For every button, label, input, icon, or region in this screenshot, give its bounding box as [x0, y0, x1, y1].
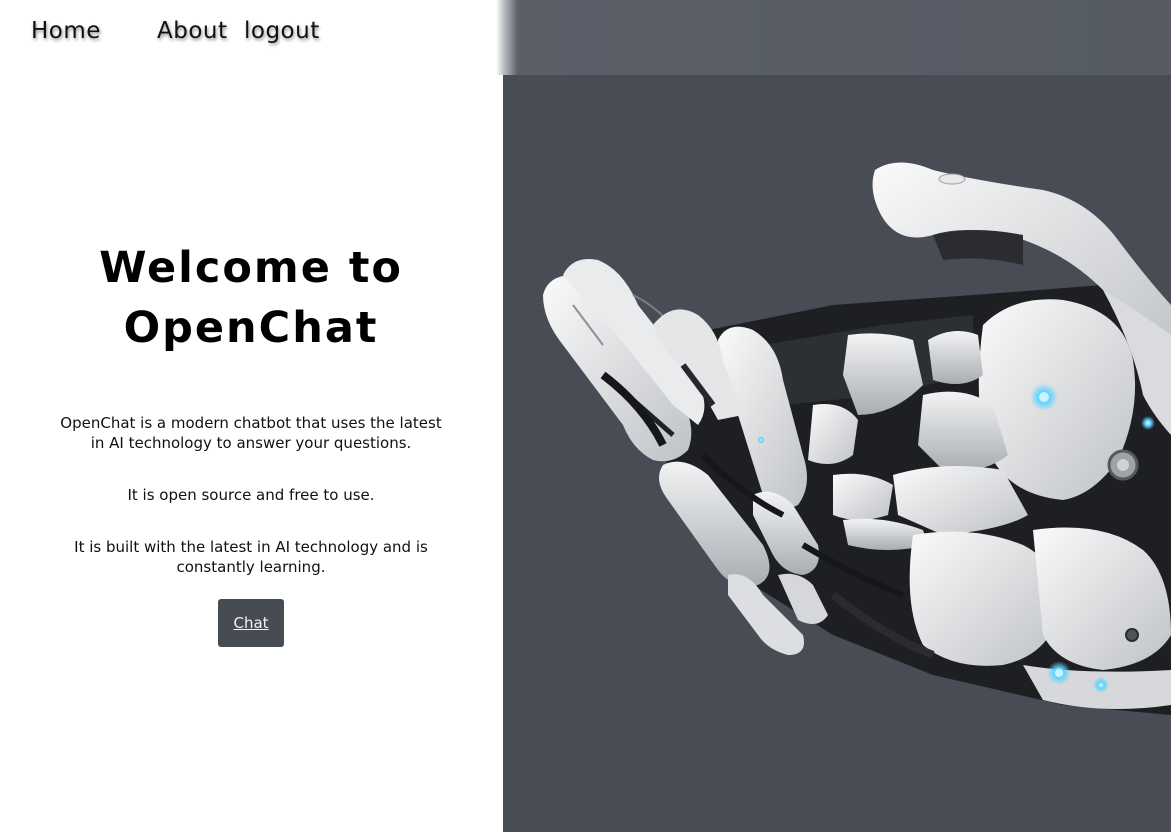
intro-paragraph: OpenChat is a modern chatbot that uses t… — [60, 414, 442, 452]
learning-paragraph: It is built with the latest in AI techno… — [74, 538, 428, 576]
top-nav: Home About logout — [0, 0, 500, 75]
nav-link-logout[interactable]: logout — [244, 18, 320, 44]
hero-text-panel: Welcome to OpenChat OpenChat is a modern… — [0, 75, 502, 832]
nav-link-about[interactable]: About — [157, 18, 228, 44]
hero-image-panel — [503, 75, 1171, 832]
title-line-2: OpenChat — [123, 303, 379, 353]
chat-button[interactable]: Chat — [218, 599, 284, 647]
robot-hand-image — [543, 162, 1171, 715]
nav-link-home[interactable]: Home — [31, 18, 101, 44]
page-title: Welcome to OpenChat — [0, 238, 502, 358]
header-bar-dark — [496, 0, 1171, 75]
title-line-1: Welcome to — [99, 243, 403, 293]
landing-page: Home About logout Welcome to OpenChat Op… — [0, 0, 1171, 832]
open-source-paragraph: It is open source and free to use. — [127, 486, 375, 504]
